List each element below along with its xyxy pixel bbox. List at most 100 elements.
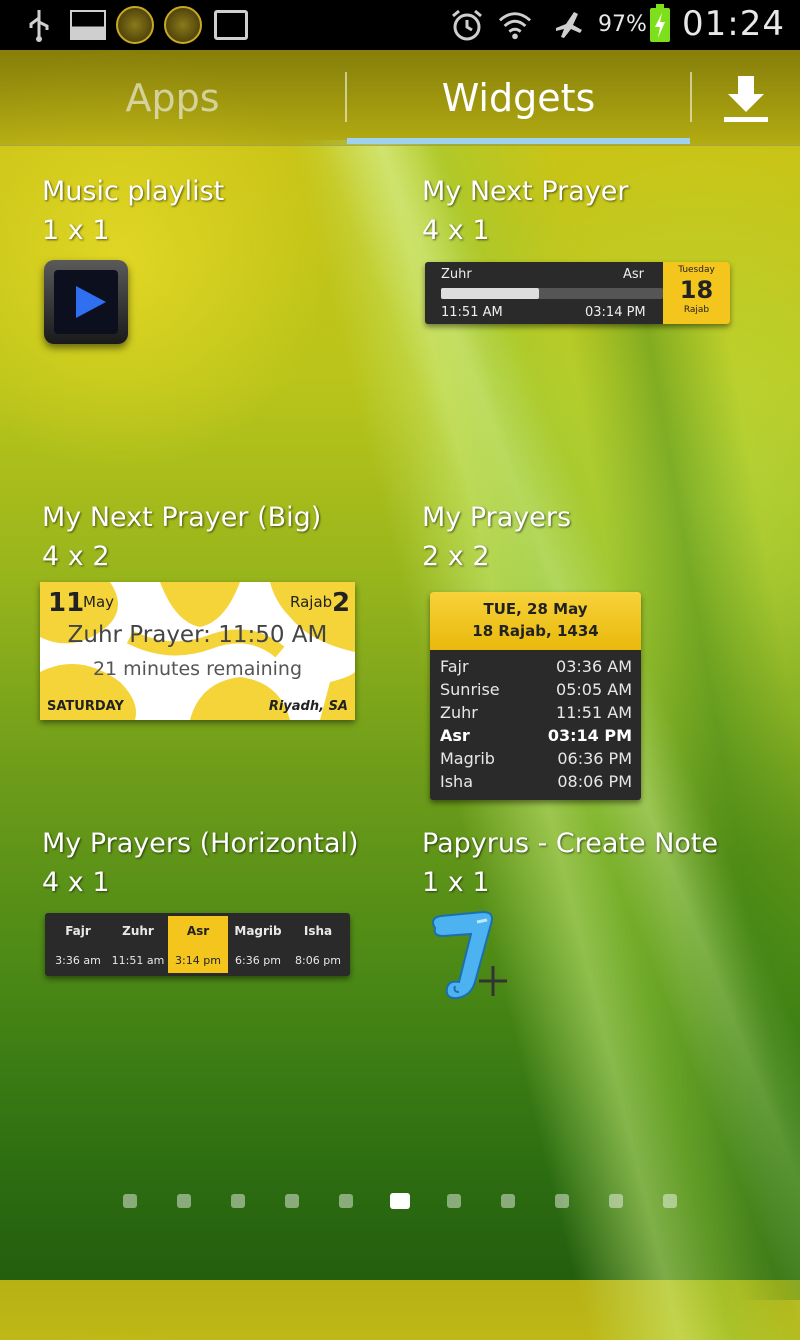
next-prayer-headline: Zuhr Prayer: 11:50 AM [67,622,328,648]
page-dot[interactable] [447,1194,461,1208]
status-bar: 97% 01:24 [0,0,800,50]
prayer-row: Magrib 06:36 PM [440,749,632,772]
prayer-time: 3:36 am [55,954,101,967]
widget-item-my-next-prayer[interactable]: My Next Prayer 4 x 1 [422,176,628,246]
papyrus-scroll-icon[interactable] [425,910,515,1002]
storage-icon [214,10,248,40]
next-prayer-big-widget-preview[interactable]: 11 May Rajab 2 Zuhr Prayer: 11:50 AM 21 … [40,582,355,720]
my-prayers-widget-preview[interactable]: TUE, 28 May 18 Rajab, 1434 Fajr 03:36 AM … [430,592,641,800]
prayer-row: Zuhr 11:51 AM [440,703,632,726]
widget-size: 1 x 1 [42,215,110,246]
status-clock: 01:24 [682,4,785,44]
next-prayer-widget-preview[interactable]: Zuhr Asr 11:51 AM 03:14 PM Tuesday 18 Ra… [425,262,730,324]
prayer-name: Isha [303,924,333,938]
prayer-time: 11:51 am [111,954,165,967]
page-dot-current[interactable] [390,1193,410,1209]
prayer-name: Fajr [440,657,469,676]
my-prayers-horizontal-widget-preview[interactable]: Fajr 3:36 am Zuhr 11:51 am Asr 3:14 pm Magr… [45,913,350,976]
prayer-name: Zuhr [440,703,478,722]
battery-charging-icon [650,4,670,42]
wifi-icon [498,8,532,42]
prayer-time: 03:36 AM [556,657,632,676]
widget-item-music-playlist[interactable]: Music playlist 1 x 1 [42,176,224,246]
prayer-name: Magrib [440,749,495,768]
selected-tab-indicator [347,138,690,144]
weekday-label: Tuesday [678,265,715,275]
widget-size: 1 x 1 [422,867,490,898]
prayer-time: 08:06 PM [557,772,632,791]
widget-title: My Prayers [422,502,572,533]
hijri-month: Rajab [290,593,333,611]
gallery-icon [70,10,106,40]
prayer-time: 03:14 PM [547,726,632,745]
page-dot[interactable] [339,1194,353,1208]
prayer-name: Asr [186,924,210,938]
prayer-progress-fill [441,288,539,299]
widget-title: Music playlist [42,176,225,207]
tab-apps[interactable]: Apps [0,50,345,145]
page-dot[interactable] [501,1194,515,1208]
weekday-label: SATURDAY [47,699,124,714]
prayer-row-next: Asr 03:14 PM [440,726,632,749]
prayer-time: 6:36 pm [235,954,281,967]
page-dot[interactable] [555,1194,569,1208]
gregorian-day: 11 [48,588,85,618]
prayer-column: Zuhr 11:51 am [108,913,168,976]
hijri-day: 2 [332,588,351,618]
prayer-column-highlighted: Asr 3:14 pm [168,916,228,973]
app-notification-icon [116,6,154,44]
hijri-date-box: Tuesday 18 Rajab [663,262,730,324]
page-dot[interactable] [285,1194,299,1208]
prayer-name: Asr [440,726,470,745]
current-prayer-name: Zuhr [441,267,472,282]
battery-percentage: 97% [598,12,647,37]
widget-item-my-prayers[interactable]: My Prayers 2 x 2 [422,502,571,572]
play-icon [76,286,106,318]
date-header: TUE, 28 May 18 Rajab, 1434 [430,592,641,650]
widget-size: 4 x 2 [42,541,110,572]
prayer-time: 05:05 AM [556,680,632,699]
prayer-progress-bar [441,288,663,299]
widget-size: 4 x 1 [42,867,110,898]
wallpaper-grass-shadow [561,300,800,1300]
prayer-column: Magrib 6:36 pm [228,913,288,976]
page-indicator [0,1192,800,1212]
prayer-time: 11:51 AM [556,703,632,722]
prayer-name: Fajr [65,924,91,938]
widget-title: My Prayers (Horizontal) [42,828,359,859]
current-prayer-time: 11:51 AM [441,305,503,320]
widget-item-my-prayers-horizontal[interactable]: My Prayers (Horizontal) 4 x 1 [42,828,359,898]
page-dot[interactable] [177,1194,191,1208]
prayer-row: Isha 08:06 PM [440,772,632,795]
widget-size: 2 x 2 [422,541,490,572]
gregorian-month: May [83,593,115,611]
prayer-column: Isha 8:06 pm [288,913,348,976]
prayer-name: Sunrise [440,680,500,699]
widget-item-papyrus-create-note[interactable]: Papyrus - Create Note 1 x 1 [422,828,718,898]
prayer-time: 3:14 pm [175,954,221,967]
widget-title: Papyrus - Create Note [422,828,719,859]
hijri-day: 18 [679,276,714,304]
next-prayer-name: Asr [623,267,645,282]
music-playlist-icon[interactable] [44,260,128,344]
alarm-icon [450,8,484,42]
page-dot[interactable] [609,1194,623,1208]
tab-divider [690,72,692,122]
page-dot[interactable] [663,1194,677,1208]
hijri-month: Rajab [683,305,710,315]
page-dot[interactable] [123,1194,137,1208]
widget-title: My Next Prayer (Big) [42,502,322,533]
prayer-name: Isha [440,772,473,791]
tab-bar: Apps Widgets [0,50,800,146]
tab-widgets[interactable]: Widgets [347,50,690,145]
widget-title: My Next Prayer [422,176,629,207]
airplane-mode-icon [552,8,586,42]
page-dot[interactable] [231,1194,245,1208]
download-icon[interactable] [722,74,770,124]
widget-item-my-next-prayer-big[interactable]: My Next Prayer (Big) 4 x 2 [42,502,321,572]
prayer-name: Magrib [234,924,282,938]
prayer-row: Sunrise 05:05 AM [440,680,632,703]
app-notification-icon [164,6,202,44]
prayer-time: 8:06 pm [295,954,341,967]
time-remaining: 21 minutes remaining [92,658,303,680]
